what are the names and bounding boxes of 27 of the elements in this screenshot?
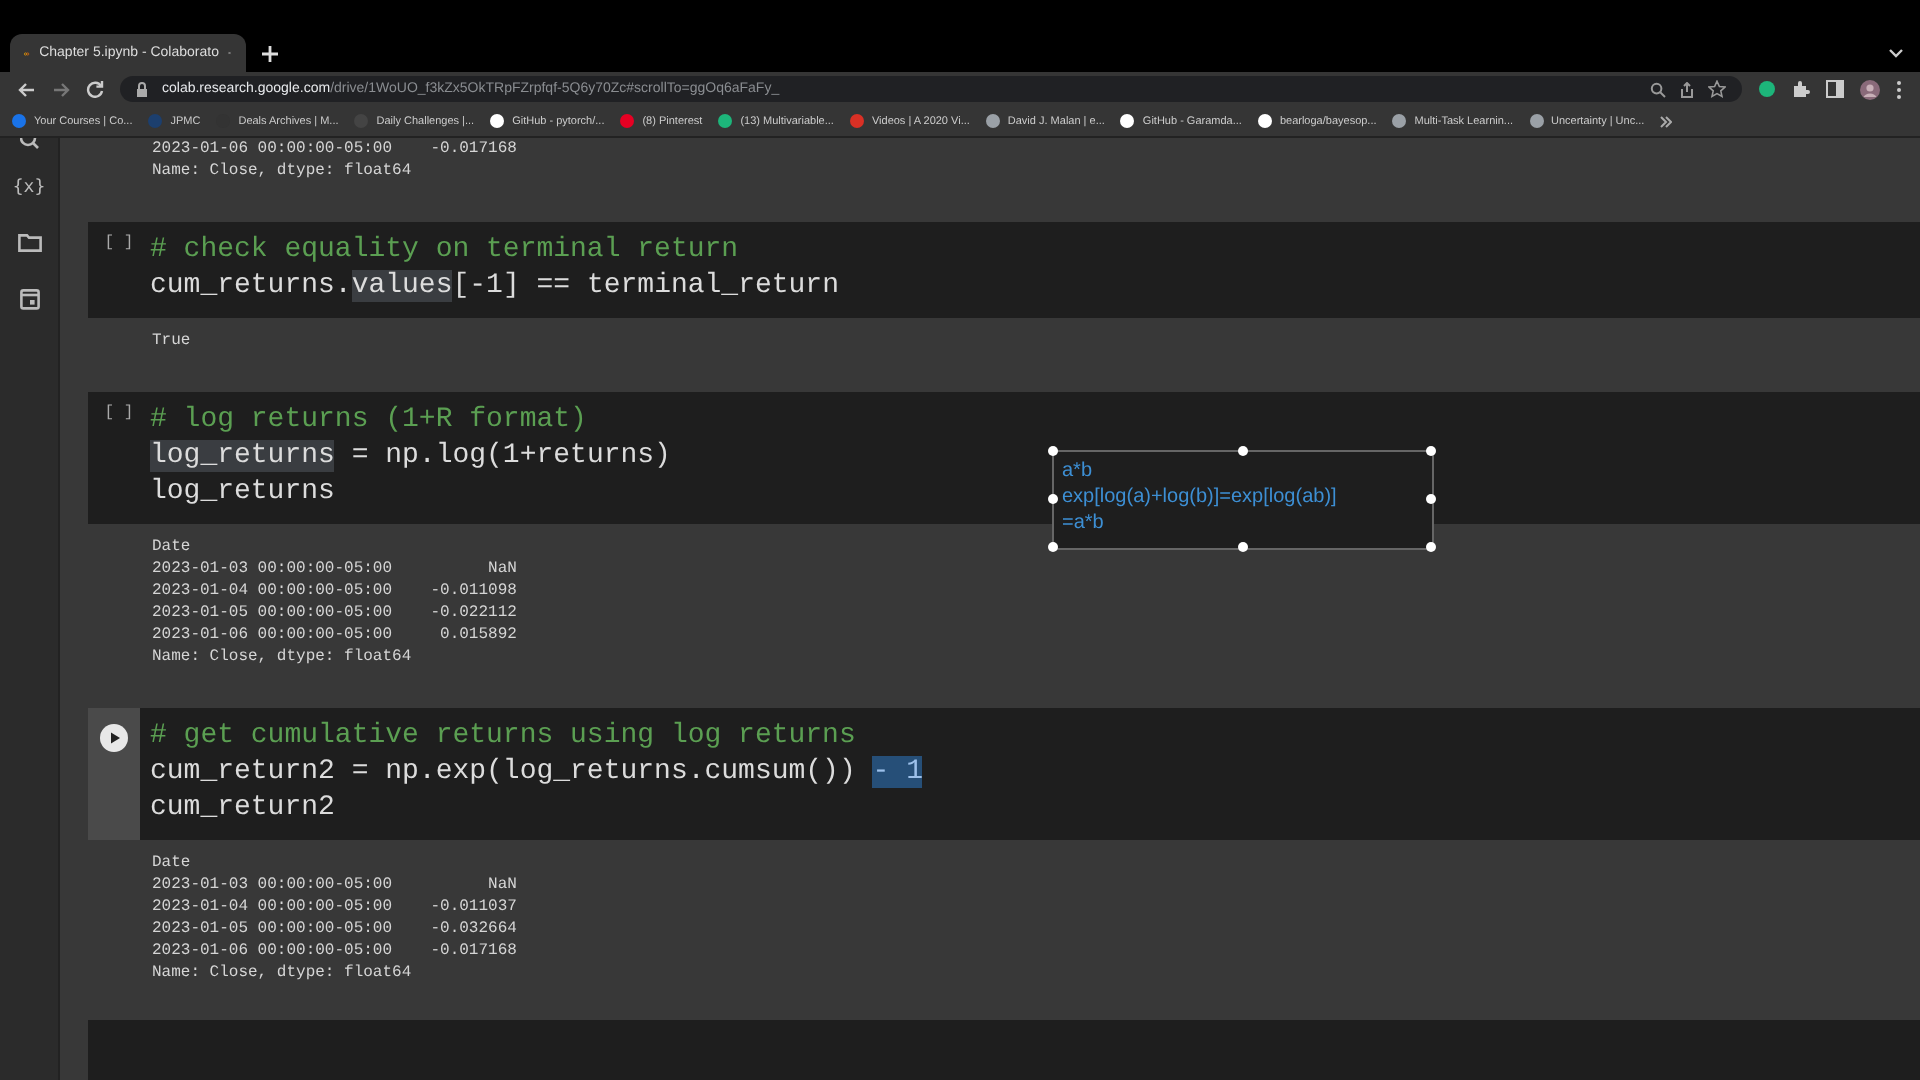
output-line: Date (152, 536, 191, 558)
output-line: Name: Close, dtype: float64 (152, 646, 412, 668)
output-line: 2023-01-06 00:00:00-05:00 -0.017168 (152, 940, 517, 962)
code-line: log_returns (150, 474, 337, 510)
output-line: Name: Close, dtype: float64 (152, 962, 412, 984)
execution-count: [ ] (104, 404, 134, 426)
code-line: # log returns (1+R format) (150, 402, 589, 438)
output-line: 2023-01-05 00:00:00-05:00 -0.022112 (152, 602, 517, 624)
output-line: True (152, 330, 191, 352)
output-line: 2023-01-06 00:00:00-05:00 -0.017168 (152, 138, 517, 160)
code-line: cum_return2 = np.exp(log_returns.cumsum()) - 1 (150, 754, 923, 790)
code-line: # check equality on terminal return (150, 232, 741, 268)
output-line: 2023-01-04 00:00:00-05:00 -0.011098 (152, 580, 517, 602)
output-line: 2023-01-04 00:00:00-05:00 -0.011037 (152, 896, 517, 918)
code-line: cum_return2 (150, 790, 337, 826)
code-line: cum_returns.values[-1] == terminal_return (150, 268, 839, 304)
output-line: 2023-01-03 00:00:00-05:00 NaN (152, 874, 517, 896)
annotation-text: a*b (1062, 458, 1093, 484)
output-line: 2023-01-03 00:00:00-05:00 NaN (152, 558, 517, 580)
execution-count: [ ] (104, 234, 134, 256)
output-line: Date (152, 852, 191, 874)
output-line: Name: Close, dtype: float64 (152, 160, 412, 182)
output-line: 2023-01-05 00:00:00-05:00 -0.032664 (152, 918, 517, 940)
code-line: # get cumulative returns using log returns (150, 718, 858, 754)
output-line: 2023-01-06 00:00:00-05:00 0.015892 (152, 624, 517, 646)
annotation-text: exp[log(a)+log(b)]=exp[log(ab)] (1062, 484, 1337, 510)
code-line: log_returns = np.log(1+returns) (150, 438, 671, 474)
